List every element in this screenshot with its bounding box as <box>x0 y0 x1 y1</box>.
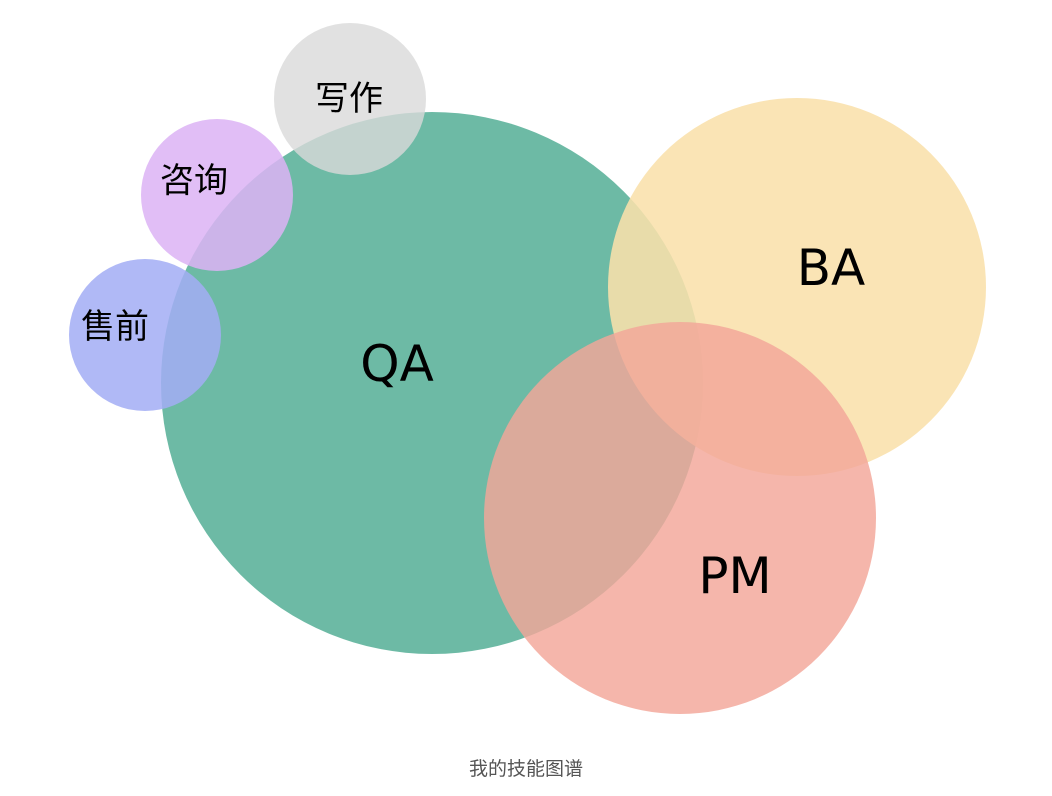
bubble-label-writing: 写作 <box>315 79 383 119</box>
skill-bubble-diagram: QA BA PM 写作咨询售前 <box>69 23 986 714</box>
bubble-label-pm: PM <box>698 547 771 605</box>
bubble-label-ba: BA <box>797 239 866 297</box>
bubble-layer <box>69 23 986 714</box>
diagram-caption: 我的技能图谱 <box>468 758 583 780</box>
bubble-label-presales: 售前 <box>81 307 149 347</box>
bubble-label-qa: QA <box>360 335 434 393</box>
bubble-pm <box>484 322 876 714</box>
bubble-label-consulting: 咨询 <box>160 161 228 201</box>
